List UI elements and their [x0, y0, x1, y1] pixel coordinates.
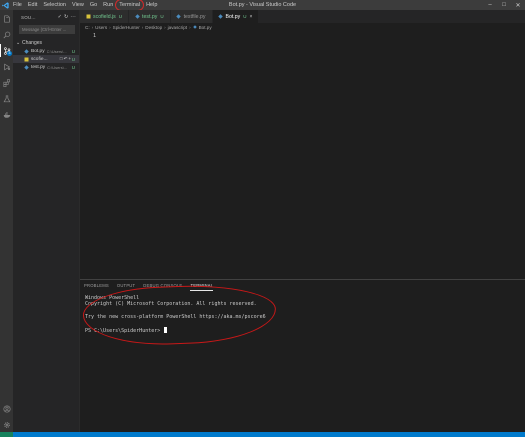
terminal-cursor	[164, 327, 168, 334]
file-name: scofie...	[31, 56, 48, 62]
terminal-line: Try the new cross-platform PowerShell ht…	[85, 314, 266, 321]
menu-help[interactable]: Help	[143, 0, 160, 10]
breadcrumb-item[interactable]: SpiderHunter	[113, 25, 140, 30]
tab-label: testfile.py	[183, 13, 206, 20]
menu-run[interactable]: Run	[100, 0, 116, 10]
tab-terminal[interactable]: TERMINAL	[190, 283, 214, 291]
sidebar-actions: ✓ ↻ ···	[58, 14, 79, 20]
chevron-right-icon: ›	[91, 24, 94, 30]
code-editor[interactable]: 1	[80, 31, 525, 279]
python-file-icon	[176, 14, 182, 20]
activity-bar: 3	[0, 10, 13, 432]
menu-terminal[interactable]: Terminal	[115, 0, 145, 11]
terminal-prompt: PS C:\Users\SpiderHunter>	[85, 328, 164, 335]
tab-problems[interactable]: PROBLEMS	[84, 283, 109, 291]
tab-label: Bot.py	[225, 13, 241, 20]
javascript-file-icon	[85, 14, 91, 20]
file-status-badge: U	[71, 48, 75, 54]
source-control-sidebar: SOU... ✓ ↻ ··· Message (Ctrl+Enter ... ⌄…	[13, 10, 80, 432]
chevron-right-icon: ›	[189, 24, 191, 30]
python-file-icon	[23, 64, 29, 70]
tab-test-py[interactable]: test.py U	[129, 10, 171, 23]
line-number: 1	[92, 33, 96, 39]
open-file-icon[interactable]: □	[60, 56, 63, 62]
changes-group-header[interactable]: ⌄ Changes	[13, 39, 79, 47]
account-icon[interactable]	[0, 402, 13, 415]
stage-changes-icon[interactable]: +	[68, 56, 71, 62]
changes-label: Changes	[22, 40, 43, 46]
terminal-output[interactable]: Windows PowerShell Copyright (C) Microsof…	[85, 295, 266, 334]
source-control-badge: 3	[7, 51, 12, 56]
tab-testfile-py[interactable]: testfile.py	[170, 10, 213, 23]
minimize-button[interactable]: –	[483, 0, 497, 10]
bottom-panel: PROBLEMS OUTPUT DEBUG CONSOLE TERMINAL W…	[80, 279, 525, 432]
breadcrumb-item[interactable]: javascript	[168, 25, 187, 30]
source-control-icon[interactable]: 3	[0, 44, 13, 57]
editor-tabs: scofield.js U test.py U testfile.py Bot.…	[80, 10, 525, 23]
run-debug-icon[interactable]	[0, 60, 13, 73]
search-icon[interactable]	[0, 28, 13, 41]
refresh-icon[interactable]: ↻	[64, 14, 68, 20]
python-file-icon	[134, 14, 140, 20]
tab-label: scofield.js	[93, 13, 116, 20]
commit-message-input[interactable]: Message (Ctrl+Enter ...	[19, 25, 75, 34]
close-icon[interactable]: ×	[249, 14, 252, 20]
chevron-right-icon: ›	[141, 24, 144, 30]
window-controls: – □ ✕	[483, 0, 525, 10]
python-file-icon	[23, 48, 29, 54]
chevron-right-icon: ›	[109, 24, 111, 30]
menu-go[interactable]: Go	[87, 0, 100, 10]
breadcrumb-item[interactable]: Users	[95, 25, 107, 30]
sidebar-title: SOU...	[21, 14, 36, 20]
changed-file-item[interactable]: scofie... □ ↶ + U	[13, 55, 79, 63]
breadcrumb: C: › Users › SpiderHunter › Desktop › javasc…	[80, 23, 212, 31]
extensions-icon[interactable]	[0, 76, 13, 89]
tab-debug-console[interactable]: DEBUG CONSOLE	[143, 283, 182, 291]
remote-indicator[interactable]	[0, 432, 13, 437]
file-status-badge: U	[71, 56, 75, 62]
breadcrumb-item[interactable]: Bot.py	[199, 25, 212, 30]
title-bar: File Edit Selection View Go Run Terminal…	[0, 0, 525, 11]
file-path: C:\Users\...	[47, 64, 68, 70]
file-name: Bot.py	[31, 48, 45, 54]
discard-changes-icon[interactable]: ↶	[64, 56, 68, 62]
chevron-right-icon: ›	[164, 24, 166, 30]
menu-edit[interactable]: Edit	[25, 0, 40, 10]
python-file-icon	[192, 25, 197, 29]
menu-bar: File Edit Selection View Go Run Terminal…	[10, 0, 160, 11]
tab-scofield-js[interactable]: scofield.js U	[80, 10, 130, 23]
gear-icon[interactable]	[0, 418, 13, 431]
vscode-logo-icon	[0, 0, 10, 10]
menu-view[interactable]: View	[69, 0, 87, 10]
changed-file-item[interactable]: Bot.py C:\Users\... U	[13, 47, 79, 55]
commit-check-icon[interactable]: ✓	[58, 14, 62, 20]
menu-selection[interactable]: Selection	[40, 0, 69, 10]
maximize-button[interactable]: □	[497, 0, 511, 10]
file-path: C:\Users\...	[46, 48, 67, 54]
file-row-actions: □ ↶ +	[60, 56, 71, 62]
file-status-badge: U	[71, 64, 75, 70]
sidebar-header: SOU... ✓ ↻ ···	[13, 10, 79, 24]
tab-status: U	[243, 14, 247, 19]
breadcrumb-item[interactable]: C:	[85, 25, 90, 30]
tab-bot-py[interactable]: Bot.py U ×	[212, 10, 260, 23]
more-actions-icon[interactable]: ···	[70, 14, 76, 20]
menu-file[interactable]: File	[10, 0, 25, 10]
whale-icon[interactable]	[0, 108, 13, 121]
file-name: test.py	[31, 64, 46, 70]
python-file-icon	[218, 14, 224, 20]
status-bar	[0, 432, 525, 437]
terminal-line: Copyright (C) Microsoft Corporation. All…	[85, 301, 257, 308]
breadcrumb-item[interactable]: Desktop	[145, 25, 162, 30]
flask-icon[interactable]	[0, 92, 13, 105]
changed-file-item[interactable]: test.py C:\Users\... U	[13, 63, 79, 71]
panel-tabs: PROBLEMS OUTPUT DEBUG CONSOLE TERMINAL	[84, 283, 214, 291]
javascript-file-icon	[23, 56, 29, 62]
tab-label: test.py	[142, 13, 158, 20]
tab-status: U	[160, 14, 164, 19]
files-icon[interactable]	[0, 12, 13, 25]
tab-status: U	[118, 14, 123, 19]
tab-output[interactable]: OUTPUT	[117, 283, 135, 291]
close-button[interactable]: ✕	[511, 0, 525, 10]
